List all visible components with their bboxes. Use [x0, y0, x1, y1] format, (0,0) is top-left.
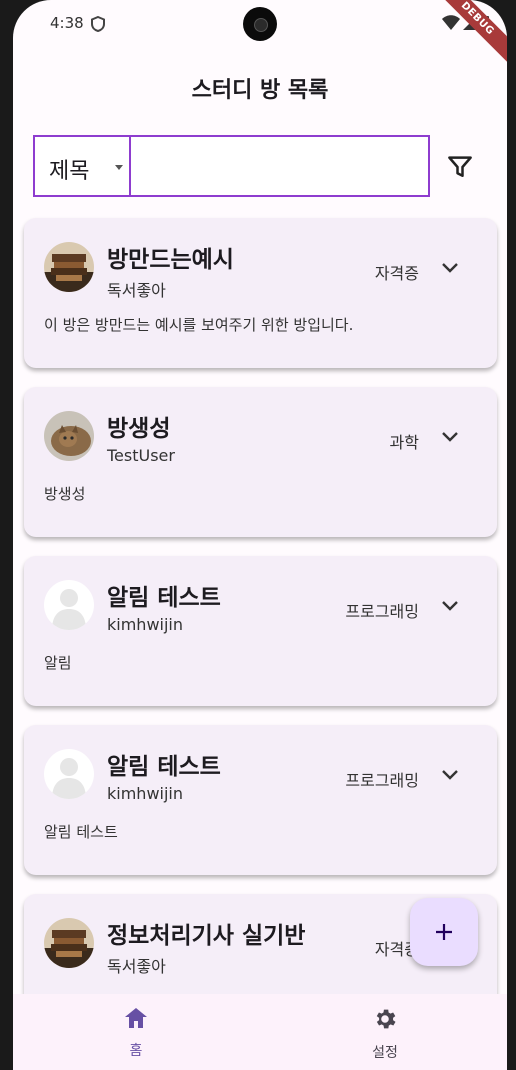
gear-icon [376, 1009, 396, 1029]
room-title: 방만드는예시 [107, 247, 234, 273]
status-bar: 4:38 DEBUG [13, 0, 507, 75]
avatar [44, 411, 94, 461]
room-category: 과학 [389, 433, 419, 452]
nav-label-home: 홈 [129, 1043, 143, 1059]
nav-item-settings[interactable]: 설정 [355, 1006, 415, 1062]
room-description: 알림 테스트 [44, 823, 118, 841]
room-card[interactable]: 알림 테스트 kimhwijin 프로그래밍 알림 [24, 556, 497, 706]
room-category: 프로그래밍 [345, 602, 419, 621]
debug-banner: DEBUG [421, 0, 507, 75]
bottom-navigation: 홈 설정 [13, 994, 507, 1070]
search-field-select[interactable]: 제목 [33, 135, 131, 197]
avatar [44, 918, 94, 968]
room-owner: kimhwijin [107, 784, 183, 803]
avatar [44, 242, 94, 292]
person-icon [52, 758, 86, 799]
room-category: 자격증 [374, 264, 419, 283]
chevron-down-icon[interactable] [441, 262, 459, 274]
room-title: 알림 테스트 [107, 754, 221, 780]
chevron-down-icon[interactable] [441, 600, 459, 612]
nav-item-home[interactable]: 홈 [106, 1006, 166, 1060]
room-description: 알림 [44, 654, 72, 672]
status-time: 4:38 [50, 14, 84, 32]
chevron-down-icon[interactable] [441, 769, 459, 781]
default-avatar [44, 580, 94, 630]
phone-frame: 4:38 DEBUG 스터디 방 목록 제목 방만드는예시 독서좋아 자격증 이… [0, 0, 516, 1070]
room-title: 방생성 [107, 416, 171, 442]
chevron-down-icon[interactable] [441, 431, 459, 443]
room-title: 정보처리기사 실기반 [107, 923, 306, 949]
room-title: 알림 테스트 [107, 585, 221, 611]
room-card[interactable]: 알림 테스트 kimhwijin 프로그래밍 알림 테스트 [24, 725, 497, 875]
wifi-icon [442, 15, 460, 30]
filter-button[interactable] [445, 152, 475, 182]
room-owner: TestUser [107, 446, 175, 465]
person-icon [52, 589, 86, 630]
shield-icon [91, 15, 105, 36]
plus-icon [436, 924, 452, 940]
nav-label-settings: 설정 [372, 1045, 398, 1061]
filter-icon [448, 156, 472, 177]
add-room-button[interactable] [410, 898, 478, 966]
caret-down-icon [115, 165, 123, 170]
room-description: 방생성 [44, 485, 86, 503]
search-field-selected: 제목 [49, 159, 90, 184]
default-avatar [44, 749, 94, 799]
search-row: 제목 [33, 135, 489, 197]
room-owner: 독서좋아 [107, 281, 166, 300]
page-title: 스터디 방 목록 [191, 78, 329, 103]
room-owner: 독서좋아 [107, 957, 166, 976]
room-card[interactable]: 방생성 TestUser 과학 방생성 [24, 387, 497, 537]
front-camera [243, 7, 277, 41]
search-input[interactable] [131, 135, 430, 197]
room-owner: kimhwijin [107, 615, 183, 634]
app-screen: 4:38 DEBUG 스터디 방 목록 제목 방만드는예시 독서좋아 자격증 이… [13, 0, 507, 1070]
room-description: 이 방은 방만드는 예시를 보여주기 위한 방입니다. [44, 316, 354, 334]
room-card[interactable]: 방만드는예시 독서좋아 자격증 이 방은 방만드는 예시를 보여주기 위한 방입… [24, 218, 497, 368]
room-category: 프로그래밍 [345, 771, 419, 790]
home-icon [125, 1008, 147, 1028]
